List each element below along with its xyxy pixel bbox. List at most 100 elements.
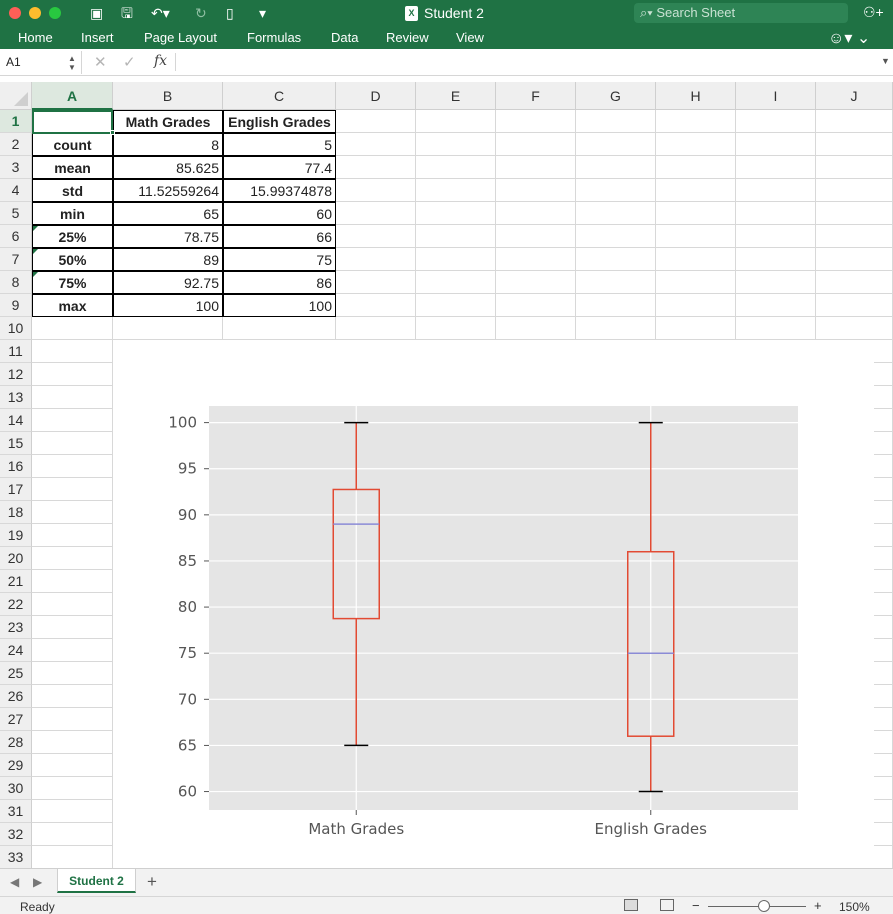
cell-b7[interactable]: 89	[113, 248, 223, 271]
cell-a31[interactable]	[32, 800, 113, 823]
save-icon[interactable]: 🖫	[121, 4, 133, 22]
cell-d10[interactable]	[336, 317, 416, 340]
cell-j4[interactable]	[816, 179, 893, 202]
cell-a30[interactable]	[32, 777, 113, 800]
cell-j9[interactable]	[816, 294, 893, 317]
minimize-window-button[interactable]	[29, 7, 41, 19]
row-header-7[interactable]: 7	[0, 248, 32, 271]
column-header-b[interactable]: B	[113, 82, 223, 110]
cell-a6[interactable]: 25%	[32, 225, 113, 248]
column-header-c[interactable]: C	[223, 82, 336, 110]
cell-a15[interactable]	[32, 432, 113, 455]
row-header-12[interactable]: 12	[0, 363, 32, 386]
cell-f10[interactable]	[496, 317, 576, 340]
column-header-i[interactable]: I	[736, 82, 816, 110]
cell-a10[interactable]	[32, 317, 113, 340]
add-sheet-button[interactable]: +	[147, 872, 157, 892]
cell-b9[interactable]: 100	[113, 294, 223, 317]
cell-e1[interactable]	[416, 110, 496, 133]
zoom-in-button[interactable]: +	[814, 898, 822, 913]
row-header-5[interactable]: 5	[0, 202, 32, 225]
row-header-18[interactable]: 18	[0, 501, 32, 524]
cell-c2[interactable]: 5	[223, 133, 336, 156]
cell-f6[interactable]	[496, 225, 576, 248]
column-header-h[interactable]: H	[656, 82, 736, 110]
cell-a7[interactable]: 50%	[32, 248, 113, 271]
normal-view-icon[interactable]	[624, 899, 638, 911]
column-header-f[interactable]: F	[496, 82, 576, 110]
tab-page-layout[interactable]: Page Layout	[144, 30, 217, 45]
cell-d3[interactable]	[336, 156, 416, 179]
undo-icon[interactable]: ↶▾	[151, 4, 170, 22]
cell-d5[interactable]	[336, 202, 416, 225]
row-header-8[interactable]: 8	[0, 271, 32, 294]
cell-d7[interactable]	[336, 248, 416, 271]
cell-j5[interactable]	[816, 202, 893, 225]
cell-h9[interactable]	[656, 294, 736, 317]
tab-review[interactable]: Review	[386, 30, 429, 45]
cell-j3[interactable]	[816, 156, 893, 179]
feedback-smiley-icon[interactable]: ☺▾ ⌄	[828, 28, 870, 48]
row-header-24[interactable]: 24	[0, 639, 32, 662]
expand-formula-icon[interactable]: ▼	[881, 56, 890, 66]
cell-g9[interactable]	[576, 294, 656, 317]
cell-j1[interactable]	[816, 110, 893, 133]
cell-b3[interactable]: 85.625	[113, 156, 223, 179]
cell-j8[interactable]	[816, 271, 893, 294]
insert-function-icon[interactable]: fx	[154, 53, 167, 69]
cell-e10[interactable]	[416, 317, 496, 340]
cell-d6[interactable]	[336, 225, 416, 248]
cell-f7[interactable]	[496, 248, 576, 271]
name-box[interactable]: A1 ▲ ▼	[0, 51, 82, 74]
cell-f1[interactable]	[496, 110, 576, 133]
sidebar-toggle-icon[interactable]: ▣	[90, 4, 103, 22]
cancel-entry-icon[interactable]: ✕	[94, 53, 107, 71]
tab-insert[interactable]: Insert	[81, 30, 114, 45]
row-header-32[interactable]: 32	[0, 823, 32, 846]
row-header-9[interactable]: 9	[0, 294, 32, 317]
row-header-2[interactable]: 2	[0, 133, 32, 156]
page-layout-view-icon[interactable]	[660, 899, 674, 911]
cell-h6[interactable]	[656, 225, 736, 248]
search-sheet-input[interactable]: ⌕▾ Search Sheet	[634, 3, 848, 23]
cell-b2[interactable]: 8	[113, 133, 223, 156]
cell-a24[interactable]	[32, 639, 113, 662]
cell-a20[interactable]	[32, 547, 113, 570]
cell-b4[interactable]: 11.52559264	[113, 179, 223, 202]
spreadsheet-grid[interactable]: ABCDEFGHIJ 1 2 3 4 5 6 7 8 9 10 11 12 13 14 15 16 17 18 19…	[0, 82, 893, 869]
cell-a32[interactable]	[32, 823, 113, 846]
cell-g8[interactable]	[576, 271, 656, 294]
cell-i2[interactable]	[736, 133, 816, 156]
cell-f9[interactable]	[496, 294, 576, 317]
row-header-20[interactable]: 20	[0, 547, 32, 570]
select-all-corner[interactable]	[0, 82, 32, 110]
cell-c4[interactable]: 15.99374878	[223, 179, 336, 202]
cell-a13[interactable]	[32, 386, 113, 409]
row-header-28[interactable]: 28	[0, 731, 32, 754]
cell-d2[interactable]	[336, 133, 416, 156]
cell-a3[interactable]: mean	[32, 156, 113, 179]
cell-j6[interactable]	[816, 225, 893, 248]
cell-h2[interactable]	[656, 133, 736, 156]
cell-h7[interactable]	[656, 248, 736, 271]
cell-e9[interactable]	[416, 294, 496, 317]
cell-c9[interactable]: 100	[223, 294, 336, 317]
cell-a21[interactable]	[32, 570, 113, 593]
tab-data[interactable]: Data	[331, 30, 358, 45]
cell-i5[interactable]	[736, 202, 816, 225]
share-user-icon[interactable]: ⚇+	[863, 4, 884, 21]
row-header-16[interactable]: 16	[0, 455, 32, 478]
name-box-stepper-icon[interactable]: ▲ ▼	[68, 54, 76, 72]
cell-a18[interactable]	[32, 501, 113, 524]
cell-a16[interactable]	[32, 455, 113, 478]
cell-i1[interactable]	[736, 110, 816, 133]
fill-handle[interactable]	[110, 130, 115, 135]
column-header-a[interactable]: A	[32, 82, 113, 110]
cell-h1[interactable]	[656, 110, 736, 133]
column-header-g[interactable]: G	[576, 82, 656, 110]
cell-i7[interactable]	[736, 248, 816, 271]
cell-c5[interactable]: 60	[223, 202, 336, 225]
sheet-tab-student-2[interactable]: Student 2	[57, 869, 136, 893]
row-header-14[interactable]: 14	[0, 409, 32, 432]
cell-a11[interactable]	[32, 340, 113, 363]
